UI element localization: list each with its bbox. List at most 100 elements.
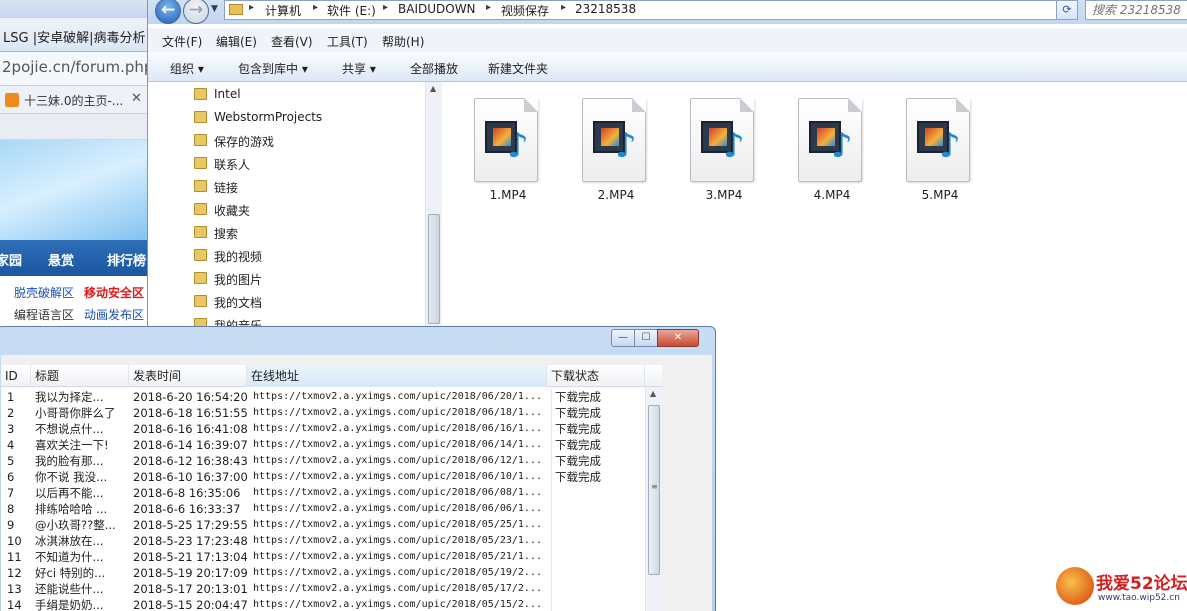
- refresh-button[interactable]: ⟳: [1056, 0, 1078, 20]
- forum-link-programming[interactable]: 编程语言区: [14, 306, 74, 323]
- scroll-thumb[interactable]: [428, 214, 440, 324]
- menu-view[interactable]: 查看(V): [271, 33, 313, 50]
- browser-tab-text[interactable]: LSG |安卓破解|病毒分析|: [3, 27, 150, 46]
- maximize-button[interactable]: ☐: [634, 329, 658, 347]
- file-item[interactable]: ♪ 2.MP4: [566, 94, 652, 206]
- cell-time: 2018-5-19 20:17:09: [133, 566, 247, 580]
- organize-button[interactable]: 组织 ▾: [170, 60, 204, 77]
- site-nav-bar: 家园 悬赏 排行榜: [0, 240, 155, 276]
- forum-link-mobile-security[interactable]: 移动安全区: [84, 284, 144, 301]
- column-header-time[interactable]: 发表时间: [129, 365, 247, 387]
- breadcrumb-separator-icon: ▸: [561, 2, 567, 13]
- browser-gray-bar: [0, 114, 155, 140]
- share-button[interactable]: 共享 ▾: [342, 60, 376, 77]
- cell-id: 5: [7, 454, 15, 468]
- column-divider: [551, 469, 552, 485]
- scroll-thumb[interactable]: ≡: [648, 405, 660, 575]
- file-item[interactable]: ♪ 3.MP4: [674, 94, 760, 206]
- table-row[interactable]: 9 @小玖哥??整... 2018-5-25 17:29:55 https://txm…: [1, 517, 662, 533]
- table-row[interactable]: 11 不知道为什... 2018-5-21 17:13:04 https://txmo…: [1, 549, 662, 565]
- breadcrumb-computer[interactable]: 计算机: [265, 2, 301, 19]
- table-row[interactable]: 10 冰淇淋放在... 2018-5-23 17:23:48 https://txmo…: [1, 533, 662, 549]
- file-name[interactable]: 1.MP4: [458, 188, 558, 202]
- cell-title: @小玖哥??整...: [35, 518, 116, 532]
- browser-address-bar[interactable]: 2pojie.cn/forum.php: [0, 52, 155, 86]
- table-row[interactable]: 2 小哥哥你胖么了 2018-6-18 16:51:55 https://txmov2…: [1, 405, 662, 421]
- cell-title: 冰淇淋放在...: [35, 534, 104, 548]
- play-all-button[interactable]: 全部播放: [410, 60, 458, 77]
- back-button[interactable]: ←: [155, 0, 181, 24]
- table-row[interactable]: 4 喜欢关注一下! 2018-6-14 16:39:07 https://txmov2…: [1, 437, 662, 453]
- cell-id: 11: [7, 550, 22, 564]
- column-header-status[interactable]: 下载状态: [547, 365, 645, 387]
- folder-icon: [194, 134, 207, 146]
- search-box[interactable]: [1085, 0, 1187, 20]
- site-nav-item-home[interactable]: 家园: [0, 250, 22, 269]
- file-item[interactable]: ♪ 5.MP4: [890, 94, 976, 206]
- cell-status: [555, 565, 643, 581]
- column-header-title[interactable]: 标题: [31, 365, 129, 387]
- breadcrumb-drive[interactable]: 软件 (E:): [327, 2, 376, 19]
- forward-button[interactable]: →: [183, 0, 209, 24]
- breadcrumb-current-folder[interactable]: 23218538: [575, 2, 636, 16]
- folder-icon: [229, 4, 243, 15]
- cell-title: 还能说些什...: [35, 582, 104, 596]
- cell-status: [555, 501, 643, 517]
- scroll-up-icon[interactable]: ▲: [430, 84, 436, 93]
- menu-edit[interactable]: 编辑(E): [216, 33, 257, 50]
- tab-close-icon[interactable]: ✕: [131, 91, 142, 106]
- forum-link-unpack[interactable]: 脱壳破解区: [14, 284, 74, 301]
- file-name[interactable]: 2.MP4: [566, 188, 666, 202]
- breadcrumb-video-save[interactable]: 视频保存: [501, 2, 549, 19]
- table-row[interactable]: 6 你不说 我没... 2018-6-10 16:37:00 https://txmo…: [1, 469, 662, 485]
- video-file-icon: ♪: [582, 98, 646, 182]
- menu-file[interactable]: 文件(F): [162, 33, 202, 50]
- site-nav-item-bounty[interactable]: 悬赏: [48, 250, 74, 269]
- cell-id: 9: [7, 518, 15, 532]
- browser-tab-strip[interactable]: 十三妹.0的主页-... ✕: [0, 86, 155, 114]
- file-name[interactable]: 3.MP4: [674, 188, 774, 202]
- new-folder-button[interactable]: 新建文件夹: [488, 60, 548, 77]
- column-divider: [551, 581, 552, 597]
- column-header-id[interactable]: ID: [1, 365, 31, 387]
- cell-title: 喜欢关注一下!: [35, 438, 109, 452]
- table-row[interactable]: 3 不想说点什... 2018-6-16 16:41:08 https://txmov…: [1, 421, 662, 437]
- menu-help[interactable]: 帮助(H): [382, 33, 424, 50]
- cell-url: https://txmov2.a.yximgs.com/upic/2018/06…: [253, 439, 542, 450]
- table-row[interactable]: 13 还能说些什... 2018-5-17 20:13:01 https://txmo…: [1, 581, 662, 597]
- close-button[interactable]: ✕: [657, 329, 699, 347]
- search-input[interactable]: [1086, 1, 1186, 19]
- site-nav-item-ranking[interactable]: 排行榜: [107, 250, 146, 269]
- cell-id: 12: [7, 566, 22, 580]
- minimize-button[interactable]: —: [611, 329, 635, 347]
- file-item[interactable]: ♪ 1.MP4: [458, 94, 544, 206]
- browser-address-text[interactable]: 2pojie.cn/forum.php: [2, 58, 153, 76]
- breadcrumb-baidudown[interactable]: BAIDUDOWN: [398, 2, 476, 16]
- list-scrollbar[interactable]: ▲ ≡: [645, 387, 662, 611]
- browser-tab-title[interactable]: 十三妹.0的主页-...: [24, 92, 123, 109]
- tree-scrollbar[interactable]: ▲: [425, 82, 442, 332]
- scroll-up-icon[interactable]: ▲: [650, 389, 656, 398]
- table-row[interactable]: 8 排练哈哈哈 ... 2018-6-6 16:33:37 https://txmov…: [1, 501, 662, 517]
- download-list-view[interactable]: ID 标题 发表时间 在线地址 下载状态 1 我以为择定... 2018-6-20 …: [1, 365, 662, 611]
- table-row[interactable]: 7 以后再不能... 2018-6-8 16:35:06 https://txmov2…: [1, 485, 662, 501]
- column-divider: [551, 565, 552, 581]
- forum-link-animation[interactable]: 动画发布区: [84, 306, 144, 323]
- file-name[interactable]: 4.MP4: [782, 188, 882, 202]
- table-row[interactable]: 12 好ci 特别的... 2018-5-19 20:17:09 https://tx…: [1, 565, 662, 581]
- address-bar[interactable]: ▸ 计算机 ▸ 软件 (E:) ▸ BAIDUDOWN ▸ 视频保存 ▸ 232…: [224, 0, 1077, 20]
- browser-tab-row[interactable]: LSG |安卓破解|病毒分析|: [0, 18, 155, 52]
- file-name[interactable]: 5.MP4: [890, 188, 990, 202]
- table-row[interactable]: 14 手绢是奶奶... 2018-5-15 20:04:47 https://txmo…: [1, 597, 662, 611]
- column-header-url[interactable]: 在线地址: [247, 365, 547, 387]
- column-divider: [551, 517, 552, 533]
- menu-tools[interactable]: 工具(T): [327, 33, 368, 50]
- table-row[interactable]: 1 我以为择定... 2018-6-20 16:54:20 https://txmov…: [1, 389, 662, 405]
- include-in-library-button[interactable]: 包含到库中 ▾: [238, 60, 308, 77]
- cell-url: https://txmov2.a.yximgs.com/upic/2018/05…: [253, 599, 542, 610]
- table-row[interactable]: 5 我的脸有那... 2018-6-12 16:38:43 https://txmov…: [1, 453, 662, 469]
- file-item[interactable]: ♪ 4.MP4: [782, 94, 868, 206]
- watermark-url: www.tao.wip52.cn: [1098, 593, 1180, 603]
- recent-pages-dropdown[interactable]: ▼: [211, 4, 218, 14]
- cell-id: 6: [7, 470, 15, 484]
